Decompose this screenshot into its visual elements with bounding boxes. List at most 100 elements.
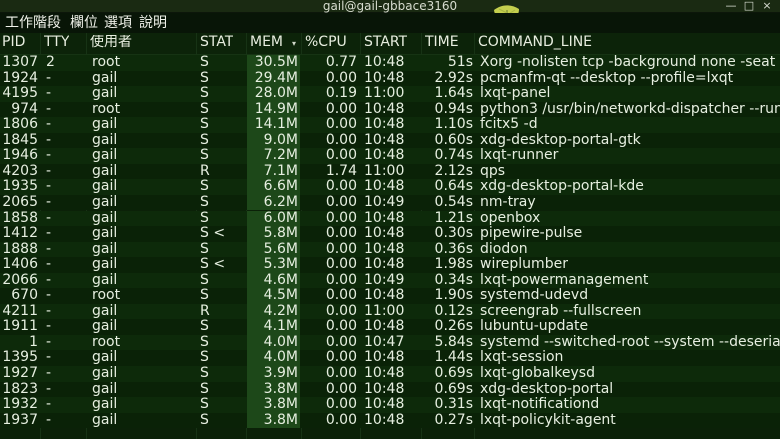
cell-pid: 1845 [2, 132, 38, 148]
cell-pid: 1924 [2, 70, 38, 86]
cell-user: gail [92, 272, 118, 288]
cell-mem: 9.0M [263, 132, 298, 148]
cell-stat: S [200, 70, 209, 86]
cell-tty: 2 [46, 55, 55, 70]
cell-user: gail [92, 70, 118, 86]
cell-tty: - [46, 132, 52, 148]
cell-cpu: 0.00 [325, 397, 357, 413]
cell-user: gail [92, 148, 118, 164]
cell-stat: S [200, 272, 209, 288]
table-row[interactable]: 2065- gail S 6.2M 0.00 10:49 0.54s nm-tray [0, 194, 780, 211]
table-row[interactable]: 1858- gail S 6.0M 0.00 10:48 1.21s openbox [0, 210, 780, 226]
menu-help[interactable]: 說明 [139, 14, 167, 32]
cell-stat: S [200, 319, 209, 335]
menu-session[interactable]: 工作階段 [5, 14, 61, 32]
cell-stat: S [200, 101, 209, 117]
cell-pid: 1412 [2, 226, 38, 242]
cell-start: 10:48 [364, 319, 405, 335]
col-cpu-header[interactable]: %CPU [305, 35, 347, 50]
cell-cpu: 0.00 [325, 303, 357, 319]
table-row[interactable]: 1946- gail S 7.2M 0.00 10:48 0.74s lxqt-runner [0, 148, 780, 164]
cell-stat: S [200, 381, 209, 397]
close-icon[interactable]: × [758, 0, 776, 12]
table-row[interactable]: 1935- gail S 6.6M 0.00 10:48 0.64s xdg-desktop-… [0, 179, 780, 195]
cell-tty: - [46, 397, 52, 413]
cell-pid: 1806 [2, 117, 38, 133]
table-row[interactable]: 1845- gail S 9.0M 0.00 10:48 0.60s xdg-desktop-… [0, 132, 780, 149]
cell-stat: R [200, 303, 210, 319]
cell-user: gail [92, 366, 118, 381]
cell-time: 1.44s [434, 350, 473, 366]
col-mem-header[interactable]: MEM [250, 35, 283, 50]
cell-command: lxqt-policykit-agent [480, 412, 616, 428]
col-command-header[interactable]: COMMAND_LINE [478, 35, 592, 50]
process-table: PID TTY 使用者 STAT MEM ▾ %CPU START TIME C… [0, 33, 780, 439]
col-start-header[interactable]: START [364, 35, 407, 50]
table-row[interactable]: 4211- gail R 4.2M 0.00 11:00 0.12s screengrab -… [0, 303, 780, 320]
cell-cpu: 0.00 [325, 241, 357, 257]
table-row[interactable]: 2066- gail S 4.6M 0.00 10:49 0.34s lxqt-powerma… [0, 272, 780, 289]
table-row[interactable]: 4195- gail S 28.0M 0.19 11:00 1.64s lxqt-panel [0, 86, 780, 102]
table-row[interactable]: 1395- gail S 4.0M 0.00 10:48 1.44s lxqt-session [0, 350, 780, 366]
cell-cpu: 0.00 [325, 70, 357, 86]
table-row[interactable]: 4203- gail R 7.1M 1.74 11:00 2.12s qps [0, 163, 780, 180]
table-row[interactable]: 1412- gail S < 5.8M 0.00 10:48 0.30s pipewire-p… [0, 226, 780, 242]
cell-stat: S [200, 148, 209, 164]
cell-start: 10:48 [364, 55, 405, 70]
cell-command: qps [480, 163, 506, 179]
cell-mem: 7.1M [263, 163, 298, 179]
cell-command: nm-tray [480, 194, 536, 210]
cell-tty: - [46, 70, 52, 86]
cell-time: 0.30s [434, 226, 473, 242]
cell-time: 0.94s [434, 101, 473, 117]
cell-cpu: 0.19 [325, 86, 357, 102]
cell-tty: - [46, 412, 52, 428]
min-icon[interactable]: — [722, 0, 740, 12]
cell-mem: 7.2M [263, 148, 298, 164]
cell-pid: 4195 [2, 86, 38, 102]
cell-stat: R [200, 163, 210, 179]
cell-start: 10:48 [364, 412, 405, 428]
col-user-header[interactable]: 使用者 [90, 35, 132, 50]
menu-options[interactable]: 選項 [104, 14, 132, 32]
cell-command: python3 /usr/bin/networkd-dispatcher --r… [480, 101, 780, 117]
cell-stat: S [200, 350, 209, 366]
cell-time: 1.10s [434, 117, 473, 133]
menu-columns[interactable]: 欄位 [70, 14, 98, 32]
max-icon[interactable]: □ [740, 0, 758, 12]
cell-tty: - [46, 148, 52, 164]
cell-cpu: 0.00 [325, 226, 357, 242]
col-tty-header[interactable]: TTY [44, 35, 69, 50]
table-row[interactable]: 1823- gail S 3.8M 0.00 10:48 0.69s xdg-desktop-… [0, 381, 780, 398]
table-row[interactable]: 1927- gail S 3.9M 0.00 10:48 0.69s lxqt-globalk… [0, 366, 780, 382]
table-row[interactable]: 1937- gail S 3.8M 0.00 10:48 0.27s lxqt-policyk… [0, 412, 780, 429]
cell-stat: S [200, 241, 209, 257]
cell-start: 10:48 [364, 381, 405, 397]
cell-mem: 4.1M [263, 319, 298, 335]
col-stat-header[interactable]: STAT [200, 35, 233, 50]
table-row[interactable]: 670- root S 4.5M 0.00 10:48 1.90s systemd-udevd [0, 288, 780, 304]
cell-pid: 1 [29, 334, 38, 350]
cell-mem: 30.5M [254, 55, 298, 70]
table-row[interactable]: 1- root S 4.0M 0.00 10:47 5.84s systemd --switc… [0, 334, 780, 351]
cell-pid: 2066 [2, 272, 38, 288]
table-row[interactable]: 1911- gail S 4.1M 0.00 10:48 0.26s lubuntu-upda… [0, 319, 780, 335]
col-pid-header[interactable]: PID [2, 35, 25, 50]
table-row[interactable]: 974- root S 14.9M 0.00 10:48 0.94s python3 /usr… [0, 101, 780, 118]
col-time-header[interactable]: TIME [425, 35, 459, 50]
table-row[interactable]: 1406- gail S < 5.3M 0.00 10:48 1.98s wireplumbe… [0, 257, 780, 273]
table-row[interactable]: 1806- gail S 14.1M 0.00 10:48 1.10s fcitx5 -d [0, 117, 780, 133]
table-row[interactable]: 1924- gail S 29.4M 0.00 10:48 2.92s pcmanfm-qt … [0, 70, 780, 87]
cell-start: 11:00 [364, 303, 405, 319]
cell-pid: 1935 [2, 179, 38, 195]
cell-mem: 14.9M [254, 101, 298, 117]
table-row[interactable]: 1307 2 root S 30.5M 0.77 10:48 51s Xorg -noliste… [0, 55, 780, 71]
cell-time: 0.12s [434, 303, 473, 319]
cell-time: 1.98s [434, 257, 473, 273]
cell-stat: S [200, 334, 209, 350]
table-row[interactable]: 1932- gail S 3.8M 0.00 10:48 0.31s lxqt-notific… [0, 397, 780, 413]
cell-cpu: 0.00 [325, 132, 357, 148]
table-row[interactable]: 1888- gail S 5.6M 0.00 10:48 0.36s diodon [0, 241, 780, 258]
cell-tty: - [46, 226, 52, 242]
cell-command: screengrab --fullscreen [480, 303, 642, 319]
